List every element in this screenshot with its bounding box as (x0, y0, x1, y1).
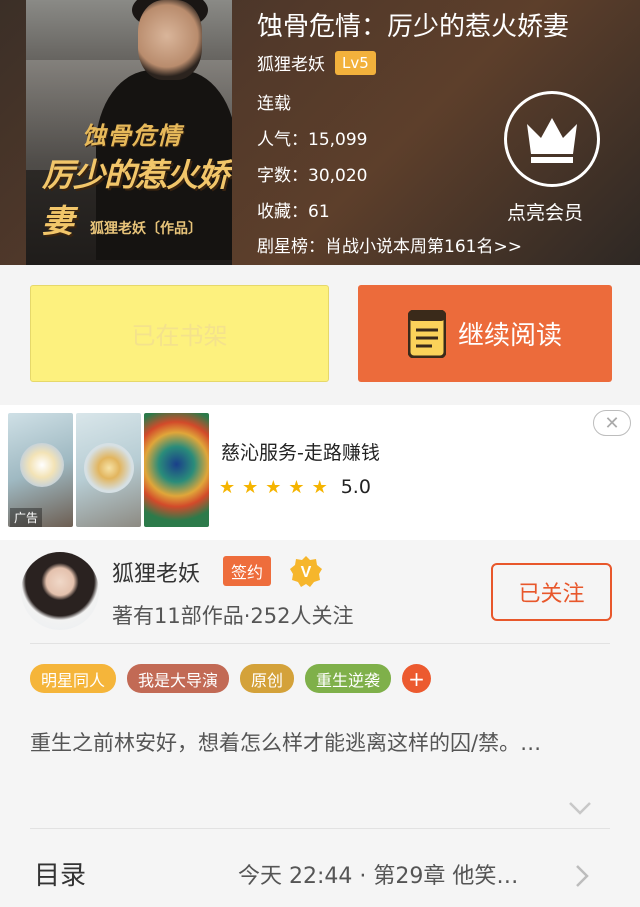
tag-item[interactable]: 原创 (240, 664, 295, 693)
ad-rating: ★ ★ ★ ★ ★ 5.0 (219, 476, 371, 498)
latest-chapter[interactable]: 今天 22:44 · 第29章 他笑… (238, 858, 518, 890)
book-title: 蚀骨危情：厉少的惹火娇妻 (257, 12, 570, 42)
on-shelf-button[interactable]: 已在书架 (30, 285, 329, 382)
svg-text:V: V (301, 564, 312, 581)
star-icon: ★ (288, 476, 305, 498)
tag-list: 明星同人 我是大导演 原创 重生逆袭 + (30, 664, 432, 693)
book-description[interactable]: 重生之前林安好，想着怎么样才能逃离这样的囚/禁。… (30, 726, 610, 760)
book-author[interactable]: 狐狸老妖 (257, 50, 325, 75)
close-icon: ✕ (604, 412, 620, 434)
tag-item[interactable]: 我是大导演 (127, 664, 230, 693)
continue-reading-button[interactable]: 继续阅读 (358, 285, 612, 382)
level-badge: Lv5 (335, 50, 376, 75)
book-favorites: 收藏：61 (257, 202, 330, 222)
tag-item[interactable]: 重生逆袭 (305, 664, 392, 693)
ad-image-3[interactable] (144, 413, 209, 527)
book-status: 连载 (257, 94, 291, 114)
tag-item[interactable]: 明星同人 (30, 664, 117, 693)
verified-icon: V (290, 556, 322, 587)
cover-figure-head (138, 0, 202, 80)
toc-label[interactable]: 目录 (34, 855, 86, 892)
add-tag-button[interactable]: + (402, 664, 432, 693)
author-stats: 著有11部作品·252人关注 (112, 604, 354, 628)
star-icon: ★ (242, 476, 259, 498)
ad-rating-value: 5.0 (340, 476, 371, 498)
book-cover[interactable]: 蚀骨危情 厉少的惹火娇妻 狐狸老妖〔作品〕 (26, 0, 232, 265)
plus-icon: + (408, 666, 425, 691)
cover-title-line1: 蚀骨危情 (82, 121, 182, 150)
ad-label: 广告 (10, 508, 43, 527)
author-name[interactable]: 狐狸老妖 (112, 556, 200, 588)
book-icon (407, 309, 446, 358)
divider (30, 643, 610, 644)
book-word-count: 字数：30,020 (257, 166, 368, 186)
follow-button[interactable]: 已关注 (491, 563, 612, 621)
ad-image-2[interactable] (76, 413, 141, 527)
cover-author: 狐狸老妖〔作品〕 (90, 221, 202, 237)
star-icon: ★ (265, 476, 282, 498)
author-avatar[interactable] (21, 552, 99, 630)
continue-reading-label: 继续阅读 (457, 321, 562, 351)
membership-label[interactable]: 点亮会员 (507, 198, 583, 225)
ranking-link[interactable]: 剧星榜：肖战小说本周第161名>> (257, 232, 522, 257)
chevron-right-icon[interactable] (574, 864, 590, 888)
membership-button[interactable] (504, 91, 600, 187)
star-icon: ★ (311, 476, 328, 498)
signed-badge: 签约 (223, 556, 272, 586)
follow-label: 已关注 (518, 582, 585, 607)
author-row[interactable]: 狐狸老妖 Lv5 (257, 50, 376, 75)
book-header: 蚀骨危情 厉少的惹火娇妻 狐狸老妖〔作品〕 蚀骨危情：厉少的惹火娇妻 狐狸老妖 … (0, 0, 640, 265)
on-shelf-label: 已在书架 (131, 322, 228, 350)
chevron-down-icon[interactable] (568, 800, 592, 816)
divider (30, 828, 610, 829)
crown-icon (527, 118, 577, 163)
ad-close-button[interactable]: ✕ (593, 410, 631, 436)
book-popularity: 人气：15,099 (257, 130, 368, 150)
ad-banner[interactable] (0, 405, 640, 540)
ad-title[interactable]: 慈沁服务-走路赚钱 (221, 438, 380, 465)
star-icon: ★ (219, 476, 236, 498)
